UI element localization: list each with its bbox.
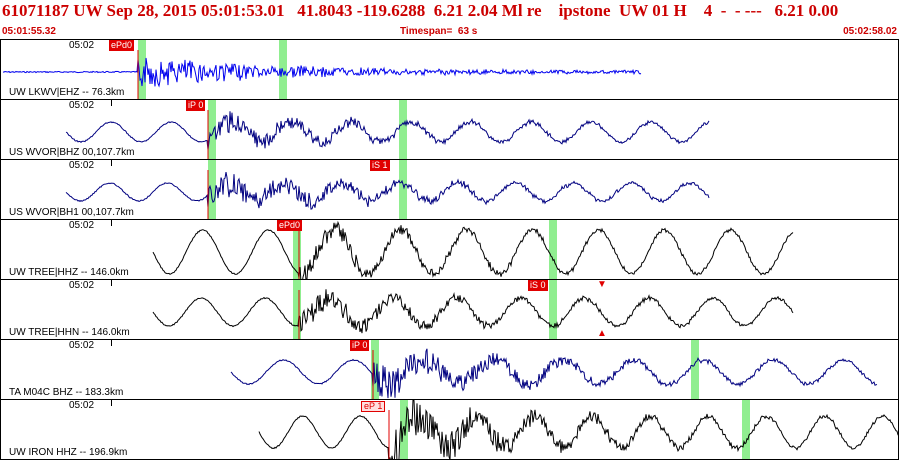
waveform xyxy=(152,220,794,279)
arrow-up-icon: ▲ xyxy=(597,328,607,339)
waveform-trace xyxy=(2,57,642,88)
waveform-trace xyxy=(152,289,794,334)
channel-label: UW TREE|HHZ -- 146.0km xyxy=(9,267,129,278)
phase-pick[interactable]: iS 0 xyxy=(528,280,548,291)
waveform xyxy=(258,400,898,459)
channel-label: UW LKWV|EHZ -- 76.3km xyxy=(9,87,125,98)
trace-panel[interactable]: 05:02 ePd0 UW TREE|HHZ -- 146.0km xyxy=(0,219,899,280)
trace-panel[interactable]: 05:02 iS 1 US WVOR|BH1 00,107.7km xyxy=(0,159,899,220)
waveform-trace xyxy=(152,220,794,279)
phase-pick[interactable]: iS 1 xyxy=(370,160,390,171)
end-time: 05:02:58.02 xyxy=(843,26,897,37)
phase-pick[interactable]: ePd0 xyxy=(109,40,135,51)
trace-panel[interactable]: 05:02 ePd0 UW LKWV|EHZ -- 76.3km xyxy=(0,39,899,100)
channel-label: US WVOR|BH1 00,107.7km xyxy=(9,207,134,218)
phase-pick[interactable]: iP 0 xyxy=(186,100,206,111)
channel-label: US WVOR|BHZ 00,107.7km xyxy=(9,147,135,158)
phase-pick[interactable]: iP 0 xyxy=(350,340,370,351)
event-title: 61071187 UW Sep 28, 2015 05:01:53.01 41.… xyxy=(2,1,839,20)
waveform-trace xyxy=(230,348,878,399)
waveform-trace xyxy=(65,172,710,210)
waveform xyxy=(65,170,710,219)
phase-pick[interactable]: ePd0 xyxy=(277,220,303,231)
channel-label: UW IRON HHZ -- 196.9km xyxy=(9,447,128,458)
trace-panel[interactable]: 05:02 eP 1 UW IRON HHZ -- 196.9km xyxy=(0,399,899,460)
trace-panel[interactable]: 05:02 iP 0 US WVOR|BHZ 00,107.7km xyxy=(0,99,899,160)
waveform xyxy=(230,348,878,399)
waveform xyxy=(2,50,642,99)
time-bar: 05:01:55.32 Timespan= 63 s 05:02:58.02 xyxy=(0,26,901,39)
trace-panel[interactable]: 05:02 iP 0 TA M04C BHZ -- 183.3km xyxy=(0,339,899,400)
phase-pick[interactable]: eP 1 xyxy=(361,401,386,412)
channel-label: UW TREE|HHN -- 146.0km xyxy=(9,327,130,338)
waveform-trace xyxy=(65,111,710,150)
waveform-trace xyxy=(258,400,898,459)
timespan-label: Timespan= 63 s xyxy=(400,26,478,37)
channel-label: TA M04C BHZ -- 183.3km xyxy=(9,387,124,398)
seismogram-panels: 05:02 ePd0 UW LKWV|EHZ -- 76.3km 05:02 i… xyxy=(0,39,901,460)
waveform xyxy=(65,110,710,159)
waveform xyxy=(152,289,794,339)
start-time: 05:01:55.32 xyxy=(2,26,56,37)
title-bar: 61071187 UW Sep 28, 2015 05:01:53.01 41.… xyxy=(0,0,901,26)
arrow-down-icon: ▼ xyxy=(597,279,607,290)
trace-panel[interactable]: 05:02 iS 0 ▼ ▲ UW TREE|HHN -- 146.0km xyxy=(0,279,899,340)
